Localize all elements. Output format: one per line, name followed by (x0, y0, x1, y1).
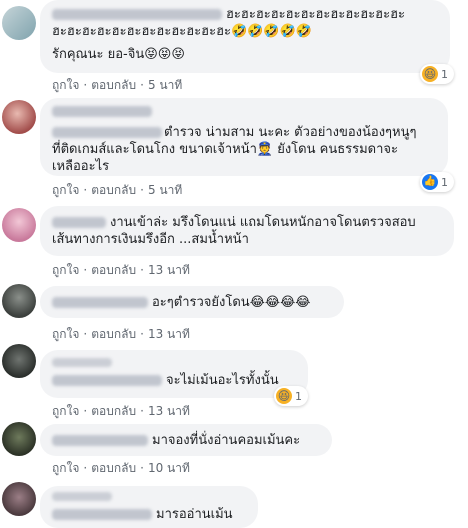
comment-bubble: มาจองที่นั่งอ่านคอมเม้นคะ (40, 424, 332, 456)
comment-bubble: ตำรวจ น่ามสาม นะคะ ตัวอย่างของน้องๆหนูๆ … (40, 98, 448, 176)
like-link[interactable]: ถูกใจ (52, 183, 79, 197)
rofl-emoji-icon: 🤣🤣🤣🤣🤣 (231, 24, 312, 39)
comment-text: อะๆตำรวจยังโดน (152, 295, 250, 310)
comment-text: ตำรวจ น่ามสาม นะคะ ตัวอย่างของน้องๆหนูๆ (164, 125, 417, 140)
blurred-author-name[interactable] (52, 297, 148, 308)
comment-text: ที่ติดเกมส์และโดนโกง ขนาดเจ้าหน้า (52, 142, 257, 157)
reaction-number: 1 (441, 67, 448, 81)
avatar[interactable] (2, 344, 36, 378)
like-link[interactable]: ถูกใจ (52, 461, 79, 475)
avatar[interactable] (2, 100, 36, 134)
timestamp[interactable]: 13 นาที (148, 404, 190, 418)
reaction-count[interactable]: 👍 1 (420, 172, 454, 192)
comment-bubble: ฮะฮะฮะฮะฮะฮะฮะฮะฮะฮะฮะฮะ ฮะฮะฮะฮะฮะฮะฮะฮ… (40, 0, 450, 73)
comment-bubble: จะไม่เม้นอะไรทั้งนั้น (40, 350, 308, 398)
haha-icon: 😆 (422, 66, 438, 82)
haha-icon: 😆 (276, 388, 292, 404)
police-emoji-icon: 👮 (256, 142, 274, 157)
reaction-count[interactable]: 😆 1 (420, 64, 454, 84)
comment-text: มาจองที่นั่งอ่านคอมเม้นคะ (152, 433, 301, 448)
comment-actions: ถูกใจ · ตอบกลับ · 10 นาที (52, 461, 190, 475)
comment-actions: ถูกใจ · ตอบกลับ · 13 นาที (52, 404, 190, 418)
avatar[interactable] (2, 6, 36, 40)
timestamp[interactable]: 13 นาที (148, 263, 190, 277)
avatar[interactable] (2, 482, 36, 516)
comment-text: เส้นทางการเงินมรึงอีก ...สมน้ำหน้า (52, 232, 249, 247)
blurred-author-name[interactable] (52, 375, 162, 386)
blurred-author-name[interactable] (52, 509, 152, 520)
avatar[interactable] (2, 422, 36, 456)
like-link[interactable]: ถูกใจ (52, 78, 79, 92)
reply-link[interactable]: ตอบกลับ (91, 461, 136, 475)
joy-emoji-icon: 😂😂😂😂 (249, 295, 311, 310)
like-icon: 👍 (422, 174, 438, 190)
timestamp[interactable]: 10 นาที (148, 461, 190, 475)
comment-bubble: อะๆตำรวจยังโดน😂😂😂😂 (40, 286, 344, 318)
reaction-number: 1 (441, 175, 448, 189)
reaction-number: 1 (295, 389, 302, 403)
timestamp[interactable]: 5 นาที (148, 78, 182, 92)
comment-bubble: งานเข้าล่ะ มรึงโดนแน่ แถมโดนหนักอาจโดนตร… (40, 206, 454, 256)
reply-link[interactable]: ตอบกลับ (91, 327, 136, 341)
comment-bubble: มารออ่านเม้น (40, 486, 258, 528)
like-link[interactable]: ถูกใจ (52, 327, 79, 341)
reply-link[interactable]: ตอบกลับ (91, 263, 136, 277)
blurred-author-name[interactable] (52, 9, 222, 20)
timestamp[interactable]: 13 นาที (148, 327, 190, 341)
reaction-count[interactable]: 😆 1 (274, 386, 308, 406)
blurred-author-name[interactable] (52, 217, 106, 228)
blurred-author-name[interactable] (52, 127, 162, 138)
comment-actions: ถูกใจ · ตอบกลับ · 13 นาที (52, 263, 190, 277)
tongue-emoji-icon: 😝😝😝 (144, 47, 185, 62)
reply-link[interactable]: ตอบกลับ (91, 78, 136, 92)
blurred-author-name[interactable] (52, 106, 152, 117)
blurred-author-name[interactable] (52, 358, 112, 367)
blurred-author-name[interactable] (52, 435, 148, 446)
comment-text: ยังโดน คนธรรมดาจะ (277, 142, 399, 157)
comment-text: รักคุณนะ ยอ-จิน (52, 47, 145, 62)
comment-text: ฮะฮะฮะฮะฮะฮะฮะฮะฮะฮะฮะฮะ (226, 7, 406, 22)
comment-actions: ถูกใจ · ตอบกลับ · 5 นาที (52, 78, 183, 92)
like-link[interactable]: ถูกใจ (52, 263, 79, 277)
comment-text: ฮะฮะฮะฮะฮะฮะฮะฮะฮะฮะฮะฮะ (52, 24, 232, 39)
comment-text: เหลืออะไร (52, 159, 110, 174)
reply-link[interactable]: ตอบกลับ (91, 404, 136, 418)
comment-actions: ถูกใจ · ตอบกลับ · 13 นาที (52, 327, 190, 341)
avatar[interactable] (2, 284, 36, 318)
like-link[interactable]: ถูกใจ (52, 404, 79, 418)
comment-text: มารออ่านเม้น (156, 507, 233, 522)
timestamp[interactable]: 5 นาที (148, 183, 182, 197)
reply-link[interactable]: ตอบกลับ (91, 183, 136, 197)
blurred-author-name[interactable] (52, 492, 112, 501)
comment-actions: ถูกใจ · ตอบกลับ · 5 นาที (52, 183, 183, 197)
comment-text: จะไม่เม้นอะไรทั้งนั้น (166, 373, 279, 388)
avatar[interactable] (2, 208, 36, 242)
comment-text: งานเข้าล่ะ มรึงโดนแน่ แถมโดนหนักอาจโดนตร… (110, 215, 416, 230)
